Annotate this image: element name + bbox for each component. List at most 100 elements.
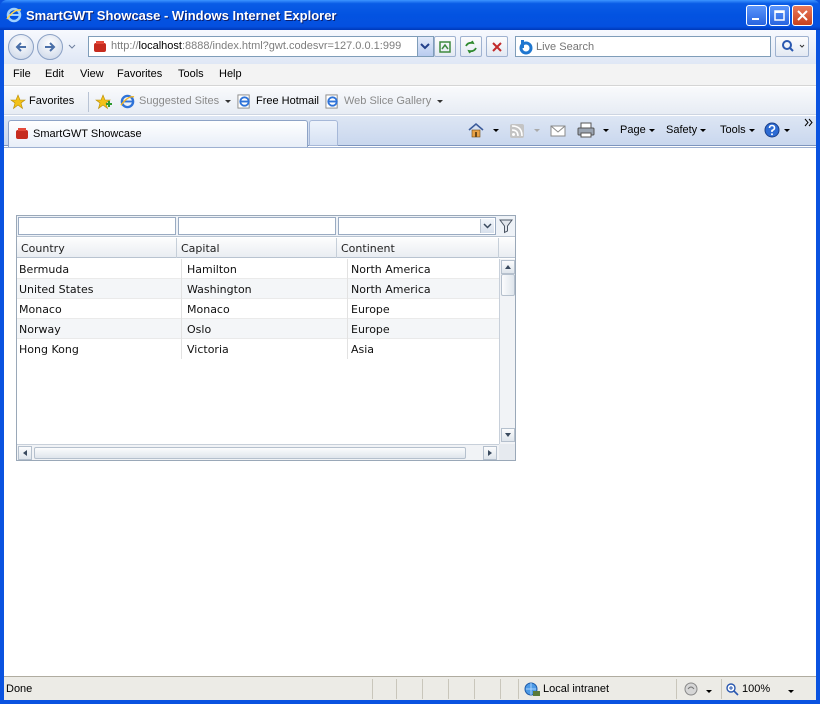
arrow-right-icon <box>45 42 56 52</box>
favorites-button[interactable]: Favorites <box>29 95 74 107</box>
mail-icon[interactable] <box>550 125 566 137</box>
page-menu[interactable]: Page <box>620 124 655 136</box>
chevron-double-right-icon[interactable] <box>804 118 813 127</box>
feeds-dropdown[interactable] <box>531 124 540 136</box>
suggested-sites-link[interactable]: Suggested Sites <box>139 95 232 107</box>
country-filter[interactable] <box>18 217 176 235</box>
column-header-capital[interactable]: Capital <box>177 238 337 258</box>
continent-filter-input[interactable] <box>339 218 495 234</box>
capital-filter[interactable] <box>178 217 336 235</box>
back-button[interactable] <box>8 34 34 60</box>
status-pane <box>676 679 677 699</box>
menu-file[interactable]: File <box>13 68 31 80</box>
favorites-bar: Favorites Suggested Sites Free Hotmail W… <box>4 87 816 115</box>
cell-country: Norway <box>19 323 61 336</box>
cell-country: Bermuda <box>19 263 70 276</box>
zoom-dropdown[interactable] <box>785 685 794 697</box>
scroll-down-button[interactable] <box>501 428 515 442</box>
stop-icon <box>492 42 502 52</box>
status-pane <box>422 679 423 699</box>
capital-filter-input[interactable] <box>179 218 335 234</box>
scroll-left-button[interactable] <box>18 446 32 460</box>
column-header-spacer <box>499 238 515 258</box>
chevron-down-icon[interactable] <box>68 44 76 50</box>
menu-view[interactable]: View <box>80 68 104 80</box>
menu-tools[interactable]: Tools <box>178 68 204 80</box>
table-row[interactable]: Hong Kong Victoria Asia <box>17 339 499 359</box>
print-icon[interactable] <box>577 122 595 138</box>
address-field[interactable]: http://localhost:8888/index.html?gwt.cod… <box>88 36 434 57</box>
compatibility-view-button[interactable] <box>434 36 456 57</box>
continent-filter-dropdown-button[interactable] <box>480 219 494 233</box>
search-input[interactable] <box>536 39 766 54</box>
status-bar: Done Local intranet 100% <box>4 676 816 700</box>
star-icon <box>10 94 26 110</box>
protected-mode-icon[interactable] <box>684 682 700 697</box>
search-button[interactable] <box>775 36 809 57</box>
arrow-down-icon <box>505 433 511 437</box>
continent-filter[interactable] <box>338 217 496 235</box>
menu-help[interactable]: Help <box>219 68 242 80</box>
new-tab-button[interactable] <box>309 120 338 146</box>
maximize-button[interactable] <box>769 5 790 26</box>
page-menu-label: Page <box>620 124 646 136</box>
filter-icon[interactable] <box>498 218 514 234</box>
vertical-scrollbar[interactable] <box>499 259 515 444</box>
tab-strip: SmartGWT Showcase Page Safety Tools <box>4 116 816 147</box>
cell-capital: Washington <box>181 279 347 299</box>
horizontal-scrollbar[interactable] <box>17 444 499 460</box>
home-icon[interactable] <box>467 122 485 138</box>
feeds-icon[interactable] <box>510 124 524 138</box>
close-window-button[interactable] <box>792 5 813 26</box>
column-header-continent[interactable]: Continent <box>337 238 499 258</box>
menu-edit[interactable]: Edit <box>45 68 64 80</box>
cell-capital: Oslo <box>181 319 347 339</box>
title-bar[interactable]: SmartGWT Showcase - Windows Internet Exp… <box>0 0 820 30</box>
vertical-scroll-thumb[interactable] <box>501 274 515 296</box>
cell-capital: Monaco <box>181 299 347 319</box>
arrow-right-icon <box>488 450 492 456</box>
web-slice-gallery-link[interactable]: Web Slice Gallery <box>344 95 444 107</box>
refresh-button[interactable] <box>460 36 482 57</box>
arrow-left-icon <box>23 450 27 456</box>
table-row[interactable]: Bermuda Hamilton North America <box>17 259 499 279</box>
search-box[interactable] <box>515 36 771 57</box>
print-dropdown[interactable] <box>600 124 609 136</box>
horizontal-scroll-thumb[interactable] <box>34 447 466 459</box>
protected-mode-dropdown[interactable] <box>703 685 712 697</box>
cell-continent: Asia <box>347 339 499 359</box>
help-icon[interactable] <box>764 122 780 138</box>
arrow-left-icon <box>15 42 26 52</box>
grid-body: Bermuda Hamilton North America United St… <box>17 259 499 444</box>
country-filter-input[interactable] <box>19 218 175 234</box>
column-header-country[interactable]: Country <box>17 238 177 258</box>
scroll-up-button[interactable] <box>501 260 515 274</box>
divider <box>88 92 89 112</box>
tools-menu[interactable]: Tools <box>720 124 755 136</box>
scroll-right-button[interactable] <box>483 446 497 460</box>
table-row[interactable]: United States Washington North America <box>17 279 499 299</box>
zoom-level[interactable]: 100% <box>742 683 770 695</box>
filter-row <box>17 216 515 237</box>
add-favorite-icon[interactable] <box>95 94 112 110</box>
stop-button[interactable] <box>486 36 508 57</box>
cell-capital: Victoria <box>181 339 347 359</box>
refresh-icon <box>465 40 477 54</box>
free-hotmail-link[interactable]: Free Hotmail <box>256 95 319 107</box>
magnifier-icon <box>782 40 805 52</box>
status-pane <box>721 679 722 699</box>
home-dropdown[interactable] <box>490 124 499 136</box>
address-dropdown-button[interactable] <box>417 37 433 56</box>
table-row[interactable]: Norway Oslo Europe <box>17 319 499 339</box>
forward-button[interactable] <box>37 34 63 60</box>
web-slice-gallery-label: Web Slice Gallery <box>344 95 432 107</box>
help-dropdown[interactable] <box>781 124 790 136</box>
table-row[interactable]: Monaco Monaco Europe <box>17 299 499 319</box>
ie-page-icon <box>237 94 250 109</box>
tab-smartgwt-showcase[interactable]: SmartGWT Showcase <box>8 120 308 147</box>
menu-favorites[interactable]: Favorites <box>117 68 162 80</box>
safety-menu[interactable]: Safety <box>666 124 707 136</box>
minimize-button[interactable] <box>746 5 767 26</box>
scrollbar-corner <box>499 444 515 460</box>
zoom-icon[interactable] <box>726 683 739 696</box>
